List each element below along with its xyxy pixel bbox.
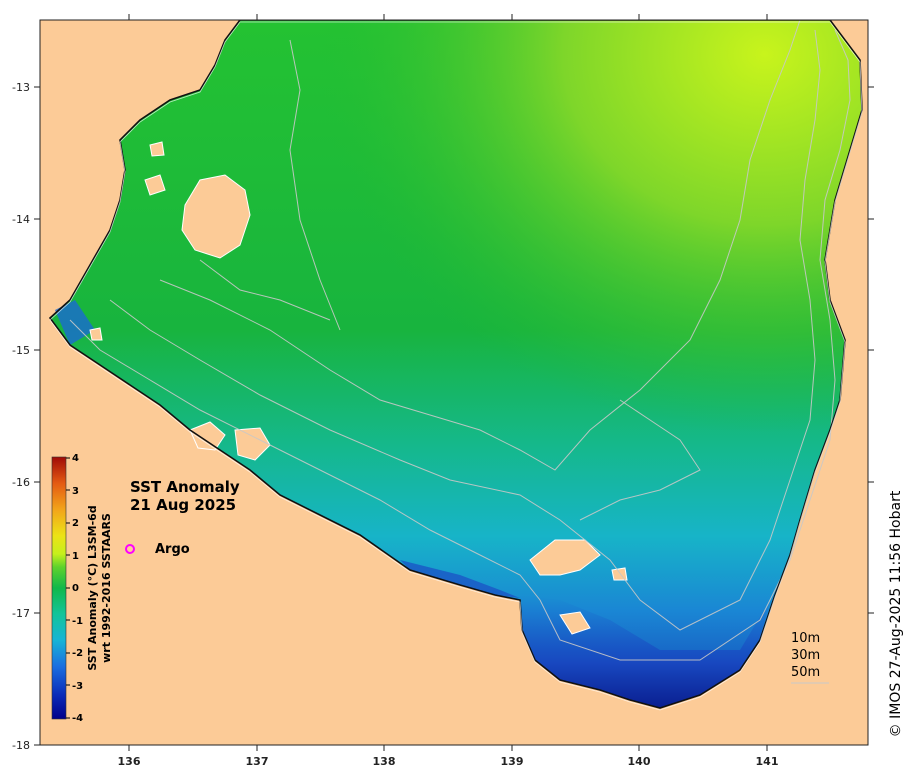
x-tick-137: 137	[246, 755, 269, 768]
y-tick-15: -15	[12, 344, 30, 357]
sst-anomaly-map: 136 137 138 139 140 141 -13 -14 -15 -16 …	[12, 14, 904, 768]
x-tick-141: 141	[756, 755, 779, 768]
x-tick-140: 140	[628, 755, 651, 768]
x-tick-136: 136	[118, 755, 141, 768]
credit-text: © IMOS 27-Aug-2025 11:56 Hobart	[888, 490, 904, 737]
cb-tick-neg4: -4	[72, 713, 83, 724]
x-tick-labels: 136 137 138 139 140 141	[118, 755, 779, 768]
cb-tick-2: 2	[72, 518, 79, 529]
cb-tick-neg2: -2	[72, 648, 83, 659]
colorbar-label-line-2: wrt 1992-2016 SSTAARS	[100, 513, 113, 663]
plot-area	[40, 20, 868, 745]
small-island-6	[611, 567, 628, 581]
cb-tick-0: 0	[72, 583, 79, 594]
cb-tick-neg1: -1	[72, 616, 83, 627]
y-tick-labels: -13 -14 -15 -16 -17 -18	[12, 81, 30, 752]
y-tick-17: -17	[12, 607, 30, 620]
map-title: SST Anomaly 21 Aug 2025	[130, 478, 240, 514]
depth-label-30m: 30m	[791, 648, 820, 663]
title-line-1: SST Anomaly	[130, 478, 240, 496]
y-tick-16: -16	[12, 476, 30, 489]
colorbar-label-line-1: SST Anomaly (°C) L3SM-6d	[86, 505, 99, 670]
small-island-5	[89, 327, 103, 341]
cb-tick-1: 1	[72, 551, 79, 562]
depth-label-50m: 50m	[791, 665, 820, 680]
cb-tick-4: 4	[72, 453, 79, 464]
x-tick-138: 138	[373, 755, 396, 768]
y-tick-14: -14	[12, 213, 30, 226]
small-island-7	[149, 141, 165, 157]
y-tick-13: -13	[12, 81, 30, 94]
colorbar-gradient	[51, 456, 67, 720]
depth-label-10m: 10m	[791, 631, 820, 646]
title-line-2: 21 Aug 2025	[130, 496, 236, 514]
x-tick-139: 139	[501, 755, 524, 768]
argo-label: Argo	[155, 542, 190, 557]
y-tick-18: -18	[12, 739, 30, 752]
cb-tick-neg3: -3	[72, 681, 83, 692]
cb-tick-3: 3	[72, 486, 79, 497]
